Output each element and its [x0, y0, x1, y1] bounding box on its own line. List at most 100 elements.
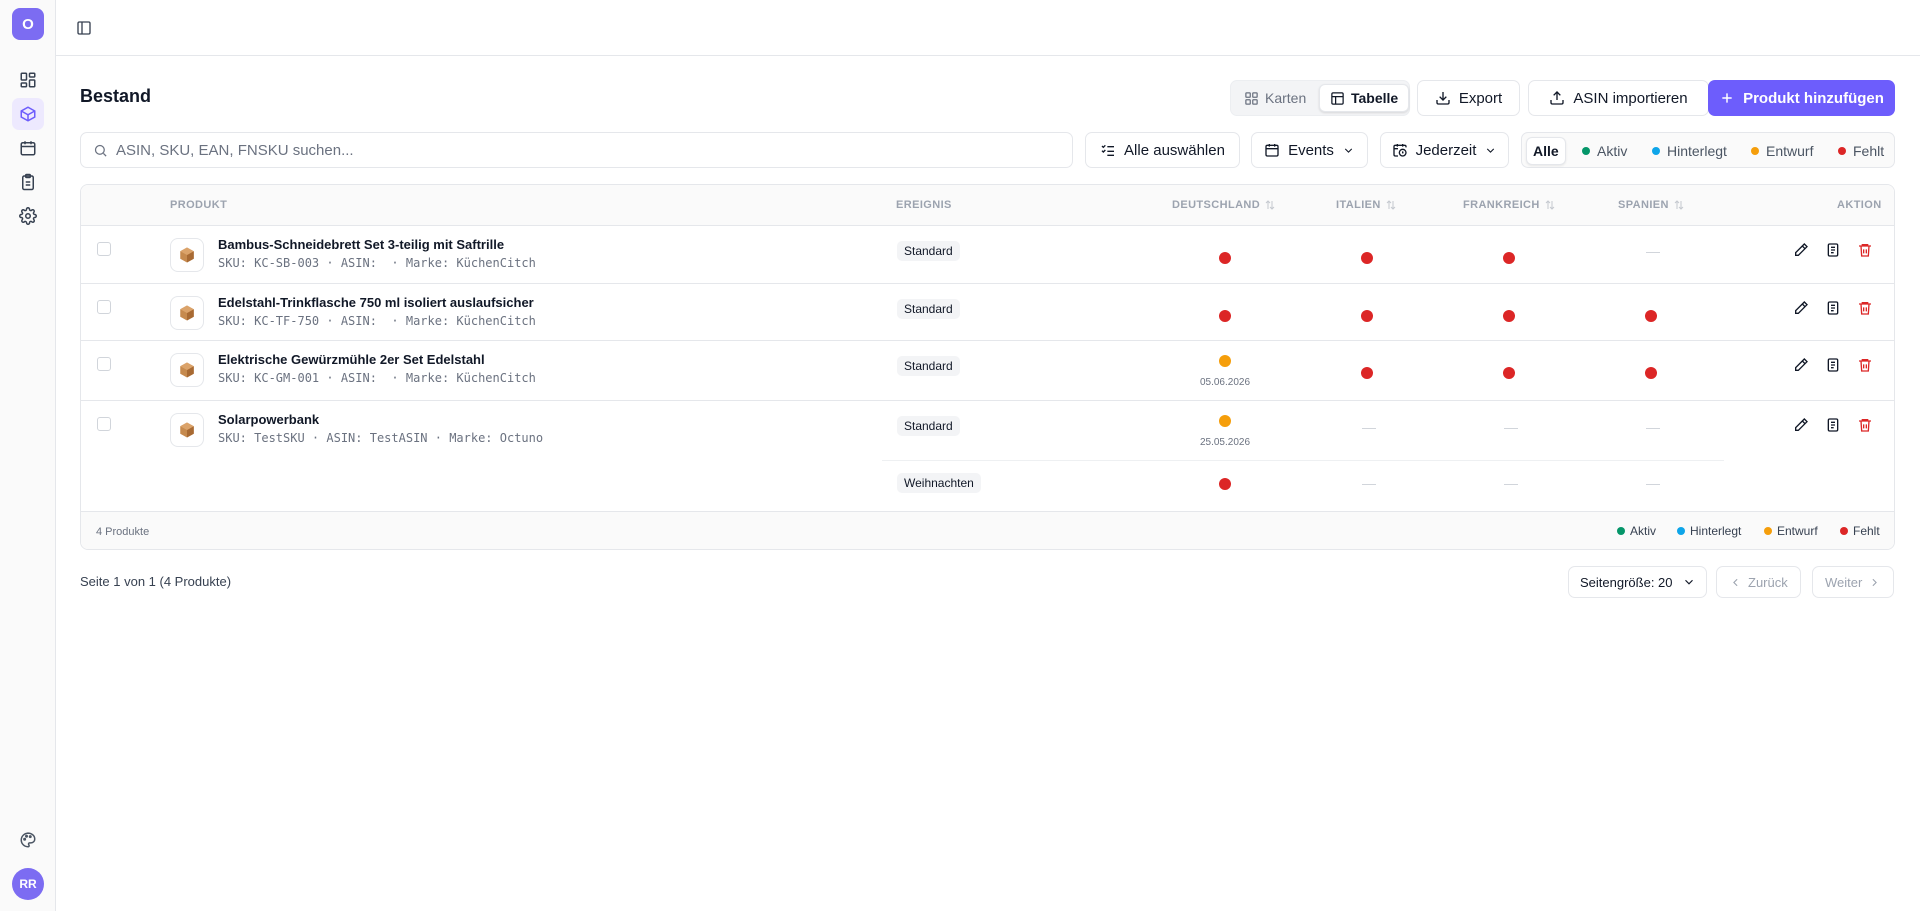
- plus-icon: [1722, 93, 1732, 103]
- view-cards-button[interactable]: Karten: [1234, 84, 1316, 112]
- import-asin-button[interactable]: ASIN importieren: [1528, 80, 1709, 116]
- product-thumbnail: [170, 353, 204, 387]
- edit-button[interactable]: [1792, 356, 1810, 374]
- select-all-button[interactable]: Alle auswählen: [1085, 132, 1240, 168]
- details-button[interactable]: [1824, 356, 1842, 374]
- column-header-product: PRODUKT: [170, 199, 228, 211]
- legend-dot-fehlt: [1840, 527, 1848, 535]
- status-filter-entwurf[interactable]: Entwurf: [1745, 137, 1819, 165]
- next-page-label: Weiter: [1825, 574, 1863, 590]
- status-empty-fr: [1504, 484, 1518, 485]
- trash-icon: [1859, 302, 1871, 315]
- column-header-de[interactable]: DEUTSCHLAND: [1172, 199, 1276, 211]
- legend-dot-entwurf: [1764, 527, 1772, 535]
- details-button[interactable]: [1824, 299, 1842, 317]
- legend-dot-aktiv: [1617, 527, 1625, 535]
- pencil-icon: [1795, 358, 1808, 371]
- prev-page-label: Zurück: [1748, 574, 1788, 590]
- status-dot-de: [1219, 355, 1231, 367]
- sidebar: O RR: [0, 0, 56, 911]
- status-filter-aktiv[interactable]: Aktiv: [1576, 137, 1633, 165]
- status-dot-it: [1361, 310, 1373, 322]
- status-entwurf-label: Entwurf: [1766, 143, 1814, 159]
- details-button[interactable]: [1824, 241, 1842, 259]
- calendar-icon: [1265, 144, 1279, 157]
- edit-button[interactable]: [1792, 241, 1810, 259]
- nav-settings[interactable]: [12, 200, 44, 232]
- product-name[interactable]: Edelstahl-Trinkflasche 750 ml isoliert a…: [218, 295, 534, 310]
- column-header-es[interactable]: SPANIEN: [1618, 199, 1685, 211]
- prev-page-button[interactable]: Zurück: [1716, 566, 1801, 598]
- nav-calendar[interactable]: [12, 132, 44, 164]
- sidebar-toggle-button[interactable]: [72, 16, 96, 40]
- status-date-de: 25.05.2026: [1199, 437, 1251, 448]
- row-checkbox[interactable]: [97, 357, 111, 371]
- trash-icon: [1859, 359, 1871, 372]
- status-fehlt-label: Fehlt: [1853, 143, 1885, 159]
- status-filter-all[interactable]: Alle: [1526, 137, 1566, 165]
- time-range-label: Jederzeit: [1415, 141, 1477, 159]
- status-filter-fehlt[interactable]: Fehlt: [1832, 137, 1890, 165]
- details-button[interactable]: [1824, 416, 1842, 434]
- product-name[interactable]: Solarpowerbank: [218, 412, 319, 427]
- events-dropdown[interactable]: Events: [1251, 132, 1368, 168]
- column-header-action: AKTION: [1837, 199, 1882, 211]
- select-all-label: Alle auswählen: [1124, 141, 1225, 159]
- document-icon: [1827, 301, 1839, 315]
- legend-entwurf: Entwurf: [1764, 524, 1818, 538]
- package-icon: [20, 106, 36, 122]
- delete-button[interactable]: [1856, 356, 1874, 374]
- delete-button[interactable]: [1856, 299, 1874, 317]
- export-button[interactable]: Export: [1417, 80, 1520, 116]
- status-filter-hinterlegt[interactable]: Hinterlegt: [1646, 137, 1733, 165]
- theme-toggle[interactable]: [16, 828, 40, 852]
- download-icon: [1436, 92, 1450, 105]
- delete-button[interactable]: [1856, 416, 1874, 434]
- chevron-down-icon: [1487, 147, 1495, 153]
- events-label: Events: [1288, 141, 1334, 159]
- add-product-button[interactable]: Produkt hinzufügen: [1708, 80, 1895, 116]
- edit-button[interactable]: [1792, 299, 1810, 317]
- app-root: O RR Bestand Karten Tabelle Export ASIN …: [0, 0, 1920, 911]
- time-range-dropdown[interactable]: Jederzeit: [1380, 132, 1509, 168]
- product-name[interactable]: Elektrische Gewürzmühle 2er Set Edelstah…: [218, 352, 485, 367]
- search-icon: [94, 144, 107, 157]
- edit-button[interactable]: [1792, 416, 1810, 434]
- row-checkbox[interactable]: [97, 300, 111, 314]
- status-dot-aktiv: [1582, 147, 1590, 155]
- column-header-event: EREIGNIS: [896, 199, 952, 211]
- status-date-de: 05.06.2026: [1199, 377, 1251, 388]
- search-box: [80, 132, 1073, 168]
- event-badge: Standard: [897, 416, 960, 436]
- workspace-logo[interactable]: O: [12, 8, 44, 40]
- page-size-select[interactable]: Seitengröße: 20: [1568, 566, 1707, 598]
- calendar-icon: [20, 141, 36, 156]
- view-table-button[interactable]: Tabelle: [1319, 84, 1410, 112]
- status-dot-fehlt: [1838, 147, 1846, 155]
- import-asin-label: ASIN importieren: [1573, 89, 1688, 107]
- add-product-label: Produkt hinzufügen: [1743, 89, 1884, 107]
- next-page-button[interactable]: Weiter: [1812, 566, 1895, 598]
- nav-dashboard[interactable]: [12, 64, 44, 96]
- delete-button[interactable]: [1856, 241, 1874, 259]
- sort-icon: [1265, 200, 1275, 210]
- row-checkbox[interactable]: [97, 242, 111, 256]
- calendar-clock-icon: [1392, 144, 1407, 157]
- event-badge: Weihnachten: [897, 473, 981, 493]
- nav-inventory[interactable]: [12, 98, 44, 130]
- user-avatar[interactable]: RR: [12, 868, 44, 900]
- product-name[interactable]: Bambus-Schneidebrett Set 3-teilig mit Sa…: [218, 237, 504, 252]
- column-header-fr[interactable]: FRANKREICH: [1463, 199, 1556, 211]
- search-input[interactable]: [116, 141, 1016, 159]
- column-header-it[interactable]: ITALIEN: [1336, 199, 1397, 211]
- gear-icon: [19, 207, 37, 225]
- status-hinterlegt-label: Hinterlegt: [1667, 143, 1727, 159]
- nav-clipboard[interactable]: [12, 166, 44, 198]
- row-checkbox[interactable]: [97, 417, 111, 431]
- pencil-icon: [1795, 418, 1808, 431]
- legend-fehlt: Fehlt: [1840, 524, 1880, 538]
- legend-hinterlegt: Hinterlegt: [1677, 524, 1741, 538]
- grid-icon: [1245, 91, 1258, 105]
- status-dot-fr: [1503, 367, 1515, 379]
- status-dot-de: [1219, 478, 1231, 490]
